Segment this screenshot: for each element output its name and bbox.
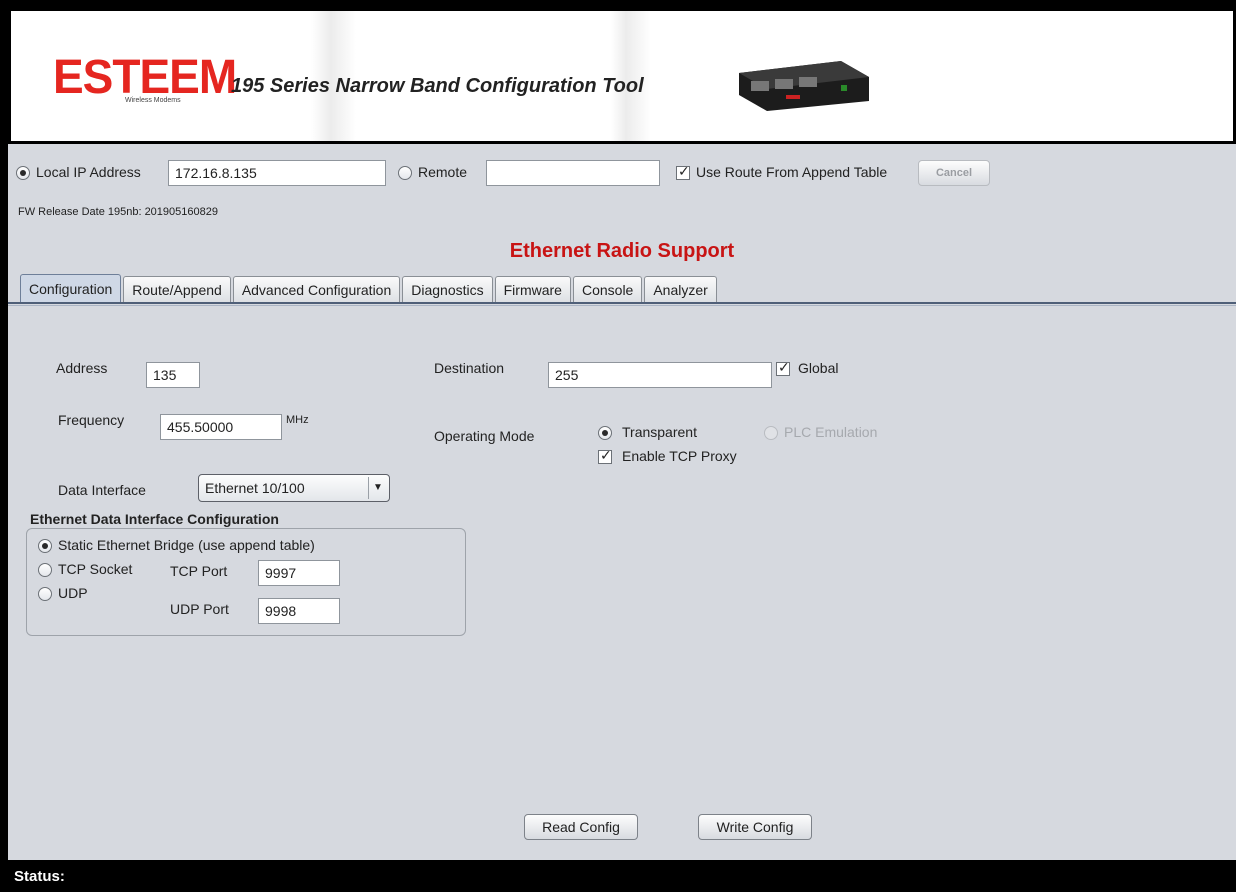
write-config-button[interactable]: Write Config bbox=[698, 814, 812, 840]
use-route-label: Use Route From Append Table bbox=[696, 164, 888, 180]
destination-label: Destination bbox=[434, 360, 505, 376]
remote-label: Remote bbox=[418, 164, 468, 180]
tcp-socket-radio[interactable] bbox=[38, 563, 52, 577]
eth-group-title: Ethernet Data Interface Configuration bbox=[30, 511, 279, 527]
global-label: Global bbox=[798, 360, 839, 376]
tab-diagnostics[interactable]: Diagnostics bbox=[402, 276, 493, 302]
address-input[interactable] bbox=[146, 362, 200, 388]
data-interface-value: Ethernet 10/100 bbox=[205, 480, 305, 496]
plc-emulation-radio[interactable] bbox=[764, 426, 778, 440]
address-label: Address bbox=[56, 360, 108, 376]
udp-radio[interactable] bbox=[38, 587, 52, 601]
global-checkbox[interactable] bbox=[776, 360, 790, 376]
static-bridge-radio[interactable] bbox=[38, 539, 52, 553]
data-interface-select[interactable]: Ethernet 10/100 ▼ bbox=[198, 474, 390, 502]
udp-port-label: UDP Port bbox=[170, 601, 229, 617]
tab-firmware[interactable]: Firmware bbox=[494, 276, 571, 302]
status-bar: Status: bbox=[0, 860, 1236, 892]
local-ip-label: Local IP Address bbox=[36, 164, 141, 180]
fw-release-date: FW Release Date 195nb: 201905160829 bbox=[18, 206, 218, 218]
modem-device-image bbox=[739, 61, 869, 111]
destination-input[interactable] bbox=[548, 362, 772, 388]
data-interface-label: Data Interface bbox=[58, 482, 146, 498]
operating-mode-label: Operating Mode bbox=[434, 428, 535, 444]
tab-route-append[interactable]: Route/Append bbox=[123, 276, 231, 302]
tcp-proxy-label: Enable TCP Proxy bbox=[622, 448, 737, 464]
app-title: 195 Series Narrow Band Configuration Too… bbox=[231, 75, 644, 97]
remote-radio[interactable] bbox=[398, 166, 412, 180]
tcp-port-label: TCP Port bbox=[170, 563, 228, 579]
transparent-label: Transparent bbox=[622, 424, 697, 440]
status-label: Status: bbox=[14, 868, 65, 885]
dropdown-arrow-icon[interactable]: ▼ bbox=[368, 477, 387, 499]
read-config-button[interactable]: Read Config bbox=[524, 814, 638, 840]
frequency-unit: MHz bbox=[286, 414, 309, 426]
frequency-label: Frequency bbox=[58, 412, 125, 428]
esteem-logo: ESTEEM Wireless Modems bbox=[53, 48, 237, 104]
frequency-input[interactable] bbox=[160, 414, 282, 440]
tab-analyzer[interactable]: Analyzer bbox=[644, 276, 717, 302]
cancel-button[interactable]: Cancel bbox=[918, 160, 990, 186]
logo-text: ESTEEM bbox=[53, 48, 237, 104]
logo-subtext: Wireless Modems bbox=[125, 97, 181, 104]
tab-divider-highlight bbox=[8, 305, 1236, 306]
tab-advanced-configuration[interactable]: Advanced Configuration bbox=[232, 276, 401, 302]
remote-input[interactable] bbox=[486, 160, 660, 186]
local-ip-radio[interactable] bbox=[16, 166, 30, 180]
header-banner: ESTEEM Wireless Modems 195 Series Narrow… bbox=[8, 8, 1236, 144]
udp-port-input[interactable] bbox=[258, 598, 340, 624]
plc-emulation-label: PLC Emulation bbox=[784, 424, 878, 440]
static-bridge-label: Static Ethernet Bridge (use append table… bbox=[58, 537, 315, 553]
section-title: Ethernet Radio Support bbox=[509, 240, 735, 262]
tab-bar: Configuration Route/Append Advanced Conf… bbox=[20, 274, 719, 302]
use-route-checkbox[interactable] bbox=[676, 164, 690, 180]
tcp-socket-label: TCP Socket bbox=[58, 561, 133, 577]
udp-label: UDP bbox=[58, 585, 88, 601]
tcp-port-input[interactable] bbox=[258, 560, 340, 586]
tab-configuration[interactable]: Configuration bbox=[20, 274, 122, 302]
transparent-radio[interactable] bbox=[598, 426, 612, 440]
tab-console[interactable]: Console bbox=[572, 276, 643, 302]
local-ip-input[interactable] bbox=[168, 160, 386, 186]
tab-divider bbox=[8, 302, 1236, 304]
app-window: ESTEEM Wireless Modems 195 Series Narrow… bbox=[8, 8, 1236, 860]
tcp-proxy-checkbox[interactable] bbox=[598, 448, 612, 464]
